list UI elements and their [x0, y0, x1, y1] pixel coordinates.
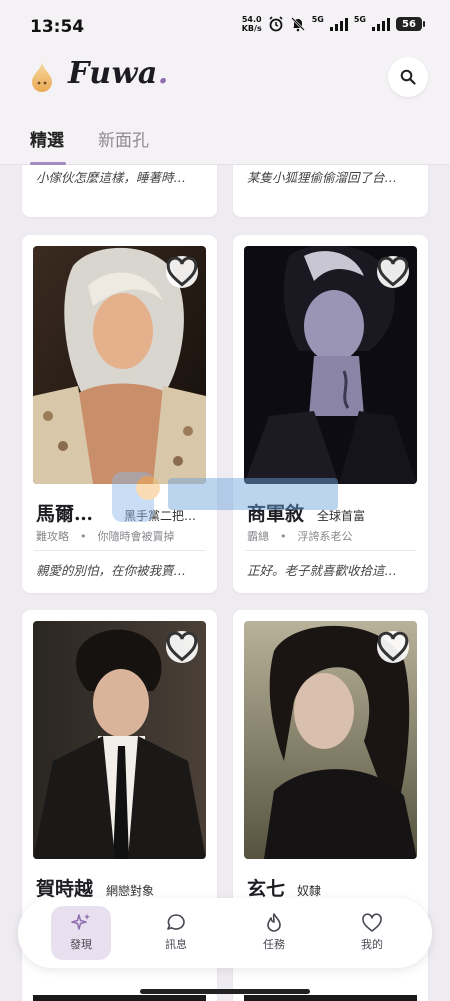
character-portrait: [33, 246, 206, 484]
nav-label: 訊息: [165, 938, 187, 951]
status-time: 13:54: [30, 17, 85, 37]
sparkle-icon: [71, 913, 90, 930]
character-portrait: [244, 246, 417, 484]
status-icons: 54.0 KB/s 5G 5G 56: [242, 14, 425, 33]
bottom-navigation: 發現 訊息 任務 我的: [18, 898, 432, 968]
character-feed[interactable]: 小傢伙怎麼這樣，睡著時… 某隻小狐狸偷偷溜回了台… 馬爾… 黑手黨二把… 難攻略…: [0, 165, 450, 1001]
nav-label: 發現: [70, 938, 92, 951]
character-card[interactable]: 馬爾… 黑手黨二把… 難攻略 • 你隨時會被賣掉 親愛的別怕，在你被我賣…: [22, 235, 217, 593]
signal-icon: [372, 17, 390, 31]
battery-icon: 56: [396, 17, 425, 31]
card-divider: [245, 550, 416, 551]
network-label-2: 5G: [353, 14, 366, 24]
favorite-button[interactable]: [377, 631, 409, 663]
mute-bell-icon: [290, 17, 305, 32]
watermark-logo: [112, 472, 338, 522]
logo-drop-icon: [32, 63, 52, 92]
nav-messages[interactable]: 訊息: [146, 906, 206, 960]
alarm-icon: [269, 16, 283, 32]
signal-icon: [329, 17, 348, 31]
tab-bar: 精選 新面孔: [0, 112, 450, 165]
nav-profile[interactable]: 我的: [342, 906, 402, 960]
search-icon: [400, 69, 416, 85]
character-card[interactable]: 小傢伙怎麼這樣，睡著時…: [22, 165, 217, 217]
network-speed: 54.0 KB/s: [242, 15, 262, 33]
tab-new-faces[interactable]: 新面孔: [98, 126, 149, 151]
character-name: 玄七: [247, 878, 286, 900]
card-quote: 正好。老子就喜歡收拾這…: [247, 563, 398, 578]
status-bar: 13:54 54.0 KB/s 5G 5G 56: [0, 0, 450, 52]
character-card[interactable]: 商軍敘 全球首富 霸總 • 浮誇系老公 正好。老子就喜歡收拾這…: [233, 235, 428, 593]
app-header: Fuwa.: [0, 52, 450, 112]
card-divider: [34, 550, 205, 551]
character-title: 奴隸: [297, 884, 322, 898]
favorite-button[interactable]: [377, 256, 409, 288]
flame-icon: [267, 913, 281, 932]
card-quote: 親愛的別怕，在你被我賣…: [36, 563, 187, 578]
next-card-peek: [33, 995, 206, 1001]
character-portrait: [33, 621, 206, 859]
logo-dot: .: [157, 56, 169, 91]
character-name: 賀時越: [36, 878, 94, 900]
network-label-1: 5G: [311, 14, 324, 24]
heart-icon: [377, 631, 409, 662]
nav-discover[interactable]: 發現: [51, 906, 111, 960]
character-card[interactable]: 某隻小狐狸偷偷溜回了台…: [233, 165, 428, 217]
network-speed-unit: KB/s: [241, 24, 262, 33]
card-quote: 某隻小狐狸偷偷溜回了台…: [247, 170, 398, 185]
heart-icon: [362, 913, 382, 932]
tab-featured[interactable]: 精選: [30, 126, 64, 151]
next-card-peek: [244, 995, 417, 1001]
favorite-button[interactable]: [166, 631, 198, 663]
network-speed-value: 54.0: [241, 15, 262, 24]
nav-label: 任務: [263, 938, 285, 951]
home-indicator[interactable]: [140, 989, 310, 994]
character-portrait: [244, 621, 417, 859]
character-title: 網戀對象: [106, 884, 155, 898]
app-logo: Fuwa.: [68, 56, 169, 91]
logo-wordmark: Fuwa: [68, 56, 158, 91]
heart-icon: [166, 631, 198, 662]
heart-icon: [166, 256, 198, 287]
character-name: 馬爾…: [36, 503, 94, 525]
favorite-button[interactable]: [166, 256, 198, 288]
nav-tasks[interactable]: 任務: [244, 906, 304, 960]
chat-bubble-icon: [167, 914, 185, 930]
nav-label: 我的: [361, 938, 383, 951]
card-quote: 小傢伙怎麼這樣，睡著時…: [36, 170, 187, 185]
search-button[interactable]: [388, 57, 428, 97]
heart-icon: [377, 256, 409, 287]
